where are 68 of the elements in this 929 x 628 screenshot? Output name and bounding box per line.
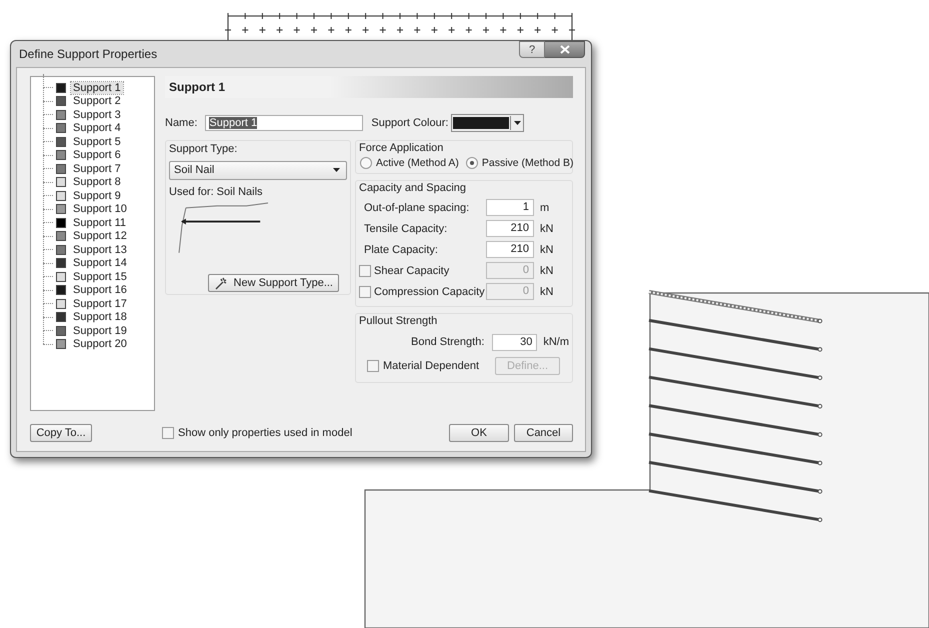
- checkbox[interactable]: [359, 286, 371, 298]
- caret-icon: [333, 168, 340, 172]
- tree-item[interactable]: Support 16: [71, 284, 129, 296]
- tree-item[interactable]: Support 18: [71, 311, 129, 324]
- tree-item[interactable]: Support 14: [71, 257, 129, 270]
- group-title: Pullout Strength: [359, 315, 438, 327]
- copy-to-button[interactable]: Copy To...: [30, 424, 92, 442]
- checkbox-label[interactable]: Material Dependent: [383, 360, 480, 372]
- tree-item[interactable]: Support 20: [71, 338, 129, 350]
- cancel-button[interactable]: Cancel: [514, 424, 573, 442]
- radio-label[interactable]: Active (Method A): [376, 157, 459, 169]
- field-label: Bond Strength:: [411, 336, 484, 348]
- tree-item[interactable]: Support 2: [71, 95, 123, 108]
- tree-item[interactable]: Support 12: [71, 230, 129, 242]
- wand-icon: [214, 276, 228, 290]
- tree-item[interactable]: Support 1: [71, 82, 123, 94]
- value-field[interactable]: 210: [486, 220, 534, 237]
- tree-item[interactable]: Support 6: [71, 149, 123, 162]
- ok-button[interactable]: OK: [449, 424, 509, 442]
- value-field[interactable]: 210: [486, 241, 534, 258]
- field-label: Support Colour:: [371, 117, 448, 129]
- unit-label: kN: [540, 286, 554, 298]
- checkbox[interactable]: [359, 264, 371, 276]
- new-support-type-button[interactable]: New Support Type...: [208, 274, 339, 292]
- close-icon: [560, 45, 570, 54]
- field-label: Plate Capacity:: [363, 244, 439, 256]
- help-button[interactable]: ?: [519, 41, 545, 58]
- group-title: Capacity and Spacing: [359, 182, 468, 194]
- tree-item[interactable]: Support 3: [71, 108, 123, 121]
- caret-icon: [514, 121, 521, 125]
- field-label: Tensile Capacity:: [363, 222, 448, 234]
- support-type-dropdown[interactable]: Soil Nail: [169, 161, 347, 180]
- unit-label: kN: [540, 264, 554, 276]
- tree-item[interactable]: Support 13: [71, 244, 129, 256]
- field-label: Out-of-plane spacing:: [363, 202, 470, 214]
- checkbox[interactable]: [367, 360, 379, 372]
- unit-label: kN: [540, 222, 554, 234]
- tree-item[interactable]: Support 10: [71, 203, 129, 216]
- window-title: Define Support Properties: [19, 47, 158, 61]
- used-for-text: Used for: Soil Nails: [169, 186, 264, 198]
- tree-item[interactable]: Support 17: [71, 298, 129, 310]
- tree-item[interactable]: Support 11: [71, 216, 128, 229]
- group-title: Support Type:: [169, 143, 238, 155]
- tree-item[interactable]: Support 4: [71, 122, 123, 134]
- tree-item[interactable]: Support 5: [71, 136, 123, 148]
- tree-item[interactable]: Support 8: [71, 176, 123, 188]
- section-title: Support 1: [169, 80, 225, 94]
- field-label: Name:: [165, 117, 198, 129]
- checkbox-label[interactable]: Compression Capacity: [374, 286, 485, 298]
- value-field[interactable]: 30: [492, 334, 538, 350]
- radio-button[interactable]: [360, 157, 372, 169]
- name-field[interactable]: Support 1: [205, 115, 364, 131]
- checkbox-label[interactable]: Show only properties used in model: [178, 427, 352, 439]
- checkbox-label[interactable]: Shear Capacity: [374, 264, 450, 276]
- checkbox[interactable]: [162, 427, 174, 439]
- unit-label: kN: [540, 244, 554, 256]
- unit-label: kN/m: [543, 336, 569, 348]
- close-button[interactable]: [545, 41, 585, 58]
- tree-item[interactable]: Support 15: [71, 270, 129, 283]
- group-title: Force Application: [359, 142, 444, 154]
- tree-item[interactable]: Support 19: [71, 324, 129, 337]
- unit-label: m: [540, 202, 550, 214]
- value-field[interactable]: 1: [486, 199, 534, 216]
- radio-label[interactable]: Passive (Method B): [482, 157, 574, 169]
- radio-button[interactable]: [466, 157, 478, 169]
- tree-item[interactable]: Support 9: [71, 190, 123, 202]
- colour-picker[interactable]: [451, 114, 524, 132]
- tree-item[interactable]: Support 7: [71, 162, 123, 175]
